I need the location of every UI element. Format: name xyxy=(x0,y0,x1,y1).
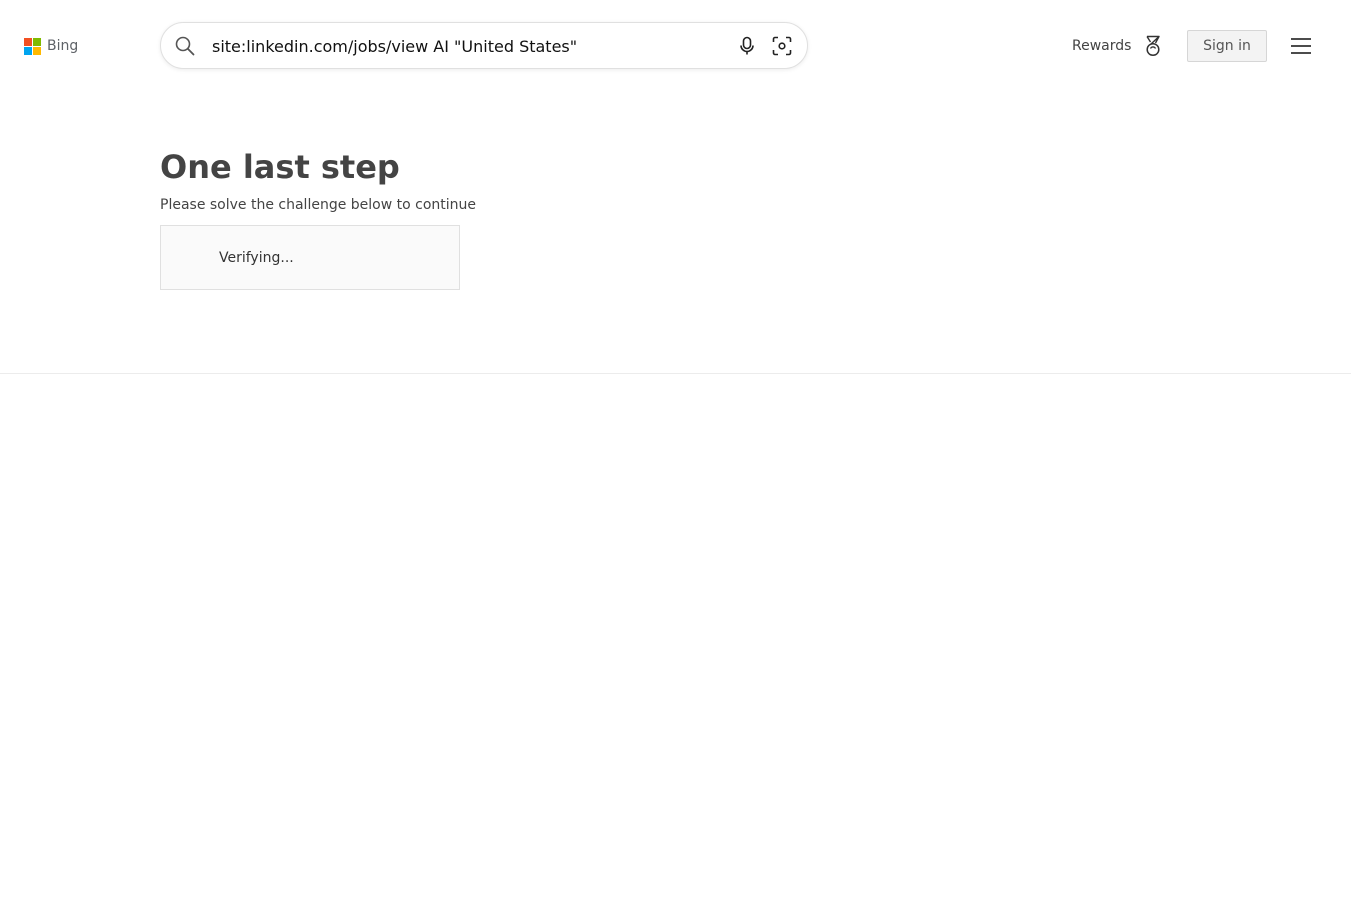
logo-square-blue xyxy=(24,46,32,55)
logo-square-yellow xyxy=(33,46,41,55)
challenge-section: One last step Please solve the challenge… xyxy=(160,140,960,290)
search-input[interactable] xyxy=(212,33,712,59)
search-icon[interactable] xyxy=(175,36,195,56)
hamburger-menu-icon[interactable] xyxy=(1290,37,1312,55)
divider xyxy=(0,373,1351,374)
page-subtitle: Please solve the challenge below to cont… xyxy=(160,197,477,213)
challenge-status: Verifying... xyxy=(219,250,294,266)
logo-square-green xyxy=(33,37,41,46)
challenge-widget[interactable]: Verifying... xyxy=(160,225,460,290)
rewards-medal-icon xyxy=(1143,35,1163,57)
search-box xyxy=(160,22,808,69)
page-title: One last step xyxy=(160,148,400,186)
logo-square-red xyxy=(24,37,32,46)
bing-logo-link[interactable]: Bing xyxy=(24,37,78,55)
microsoft-logo-icon xyxy=(24,37,41,55)
rewards-button[interactable]: Rewards xyxy=(1072,34,1163,58)
sign-in-button[interactable]: Sign in xyxy=(1187,30,1267,62)
microphone-icon[interactable] xyxy=(737,36,757,56)
visual-search-icon[interactable] xyxy=(772,36,792,56)
brand-name: Bing xyxy=(47,38,79,54)
rewards-label: Rewards xyxy=(1072,38,1132,54)
header: Bing Rewards xyxy=(0,0,1351,92)
